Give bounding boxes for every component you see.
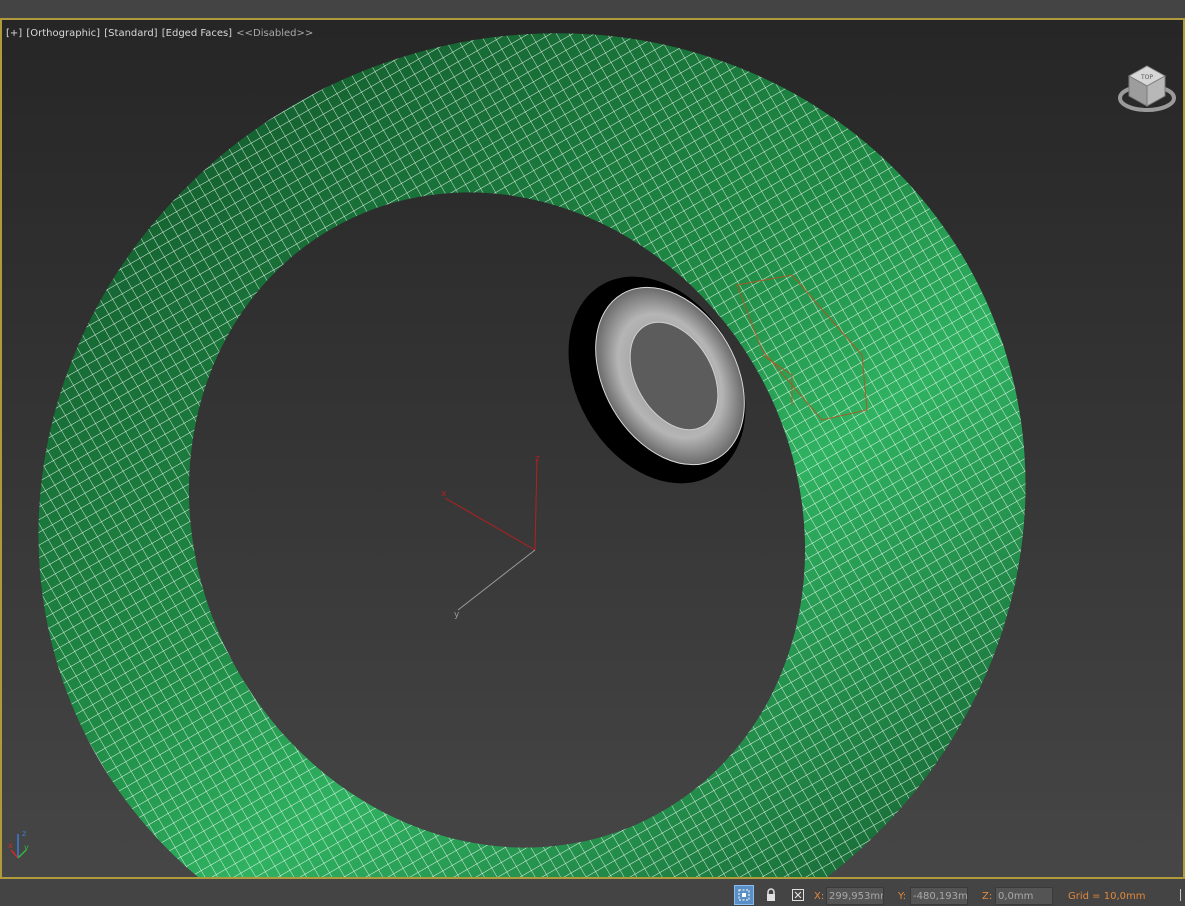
- viewport-disabled-label[interactable]: <<Disabled>>: [236, 28, 313, 39]
- top-strip: [0, 0, 1185, 18]
- torus-object[interactable]: [2, 20, 1183, 877]
- corner-axis-y: y: [24, 843, 29, 852]
- viewport-standard-menu[interactable]: [Standard]: [104, 28, 157, 39]
- viewcube-face-label: TOP: [1140, 74, 1153, 81]
- scene-canvas[interactable]: z x y: [2, 20, 1183, 877]
- viewport-point-of-view-menu[interactable]: [Orthographic]: [26, 28, 100, 39]
- tripod-z-label: z: [535, 454, 540, 464]
- corner-axis-z: z: [22, 829, 26, 838]
- viewport-shading-menu[interactable]: [Edged Faces]: [162, 28, 232, 39]
- corner-axis-x: x: [8, 841, 13, 850]
- viewcube-icon[interactable]: TOP: [1117, 58, 1177, 122]
- grid-size-label: Grid = 10,0mm: [1068, 891, 1146, 902]
- viewport-orthographic[interactable]: [+] [Orthographic] [Standard] [Edged Fac…: [0, 18, 1185, 879]
- z-coord-field[interactable]: 0,0mm: [995, 887, 1053, 905]
- viewport-plus-menu[interactable]: [+]: [6, 28, 22, 39]
- status-bar: X: 299,953mm Y: -480,193mm Z: 0,0mm Grid…: [0, 879, 1185, 906]
- tripod-x-label: x: [441, 489, 447, 499]
- y-coord-label: Y:: [898, 891, 907, 902]
- y-coord-field[interactable]: -480,193mm: [910, 887, 968, 905]
- status-divider: [1180, 889, 1181, 901]
- z-coord-label: Z:: [982, 891, 993, 902]
- selection-lock-toggle-icon[interactable]: [734, 885, 754, 905]
- corner-axis-indicator: z x y: [8, 820, 38, 869]
- tripod-y-label: y: [454, 610, 460, 620]
- lock-icon[interactable]: [761, 885, 781, 905]
- x-coord-field[interactable]: 299,953mm: [826, 887, 884, 905]
- x-coord-label: X:: [814, 891, 825, 902]
- absolute-mode-icon[interactable]: [788, 885, 808, 905]
- viewport-label-menu[interactable]: [+] [Orthographic] [Standard] [Edged Fac…: [6, 28, 314, 39]
